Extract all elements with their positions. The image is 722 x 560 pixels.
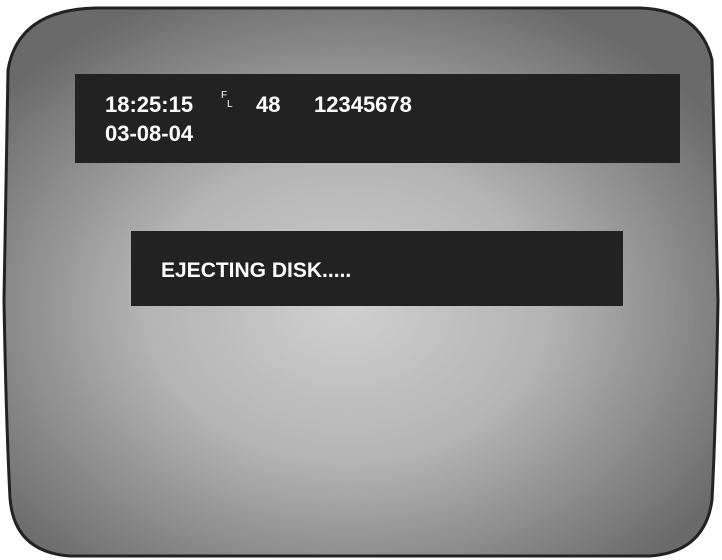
monitor-screen: 18:25:15 F L 48 12345678 03-08-04 EJECTI… [0, 0, 722, 560]
osd-time: 18:25:15 [105, 92, 194, 117]
osd-channel: 48 [256, 92, 281, 117]
osd-camera-id: 12345678 [314, 92, 412, 117]
osd-status-bar: 18:25:15 F L 48 12345678 03-08-04 [75, 74, 680, 163]
eject-message-text: EJECTING DISK..... [161, 259, 352, 282]
osd-date: 03-08-04 [105, 121, 194, 146]
eject-message-box: EJECTING DISK..... [131, 231, 623, 306]
osd-mode-bottom: L [227, 99, 233, 110]
